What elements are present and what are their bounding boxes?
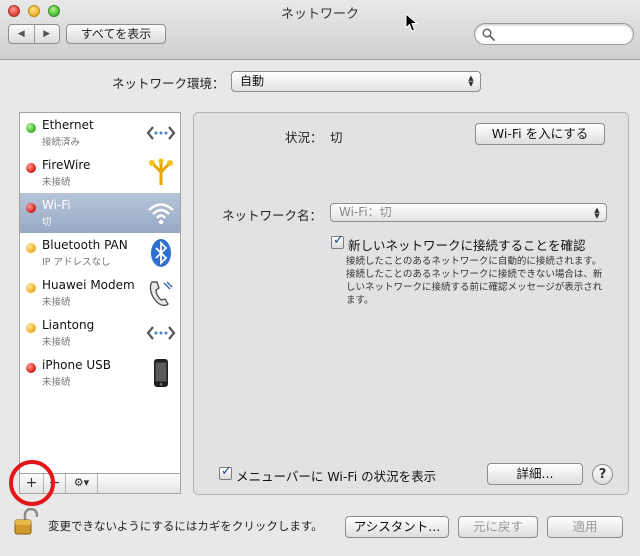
apply-button[interactable]: 適用 [547, 516, 623, 538]
service-name: Bluetooth PAN [42, 238, 128, 252]
revert-button[interactable]: 元に戻す [458, 516, 538, 538]
ask-to-join-checkbox[interactable]: ✓ [331, 233, 344, 249]
show-all-button[interactable]: すべてを表示 [66, 24, 166, 44]
advanced-button[interactable]: 詳細... [487, 463, 583, 485]
service-status: 未接続 [42, 337, 71, 348]
checkmark-icon: ✓ [333, 233, 344, 248]
mouse-cursor-icon [405, 13, 419, 32]
status-dot-yellow [26, 323, 36, 333]
status-dot-yellow [26, 243, 36, 253]
forward-button[interactable]: ▶ [33, 25, 60, 43]
location-popup[interactable]: 自動 ▲ ▼ [231, 71, 481, 92]
service-item-huawei-modem[interactable]: Huawei Modem 未接続 [20, 273, 180, 313]
status-dot-red [26, 363, 36, 373]
back-forward-control: ◀ ▶ [8, 24, 60, 44]
title-toolbar: ネットワーク ◀ ▶ すべてを表示 [0, 0, 640, 60]
service-name: Wi-Fi [42, 198, 71, 212]
ask-to-join-label: 新しいネットワークに接続することを確認 [348, 238, 586, 253]
service-name: Liantong [42, 318, 95, 332]
popup-arrows-icon: ▲ ▼ [468, 74, 474, 88]
assistant-button[interactable]: アシスタント... [345, 516, 449, 538]
iphone-icon [154, 359, 168, 387]
show-wifi-status-label: メニューバーに Wi-Fi の状況を表示 [236, 469, 437, 484]
status-dot-yellow [26, 283, 36, 293]
service-item-firewire[interactable]: FireWire 未接続 [20, 153, 180, 193]
service-item-ethernet[interactable]: Ethernet 接続済み [20, 113, 180, 153]
location-value: 自動 [240, 74, 265, 88]
service-name: iPhone USB [42, 358, 111, 372]
turn-wifi-on-button[interactable]: Wi-Fi を入にする [475, 123, 605, 145]
service-status: 未接続 [42, 177, 71, 188]
service-status: IP アドレスなし [42, 257, 111, 268]
service-status: 切 [42, 217, 52, 228]
service-name: Huawei Modem [42, 278, 135, 292]
status-dot-red [26, 203, 36, 213]
action-gear-menu-button[interactable]: ⚙▾ [66, 474, 98, 493]
status-dot-green [26, 123, 36, 133]
service-item-iphone-usb[interactable]: iPhone USB 未接続 [20, 353, 180, 393]
search-field[interactable] [474, 23, 634, 45]
service-list[interactable]: Ethernet 接続済み FireWire 未接続 Wi-Fi 切 Bluet… [19, 112, 181, 474]
back-button[interactable]: ◀ [9, 25, 34, 43]
network-preferences-window: ネットワーク ◀ ▶ すべてを表示 ネットワーク環境： 自動 ▲ ▼ Ethern… [0, 0, 640, 556]
popup-arrows-icon: ▲ ▼ [594, 206, 600, 220]
service-item-bluetooth-pan[interactable]: Bluetooth PAN IP アドレスなし [20, 233, 180, 273]
annotation-highlight-circle [9, 460, 55, 506]
service-item-wifi[interactable]: Wi-Fi 切 [20, 193, 180, 233]
window-title: ネットワーク [280, 7, 359, 22]
show-wifi-status-checkbox[interactable]: ✓ [219, 464, 232, 480]
lock-icon[interactable] [14, 508, 38, 536]
location-label: ネットワーク環境： [112, 76, 225, 91]
lock-hint-text: 変更できないようにするにはカギをクリックします。 [48, 519, 323, 533]
bluetooth-icon [151, 239, 171, 267]
status-value: 切 [330, 130, 343, 145]
status-label: 状況： [285, 130, 323, 145]
search-icon [482, 28, 495, 41]
network-name-label: ネットワーク名： [222, 208, 323, 223]
firewire-icon [149, 158, 173, 185]
service-status: 未接続 [42, 377, 71, 388]
ask-to-join-description: 接続したことのあるネットワークに自動的に接続されます。接続したことのあるネットワ… [346, 256, 603, 306]
help-button[interactable]: ? [592, 464, 613, 485]
network-name-popup[interactable]: Wi-Fi：切 ▲ ▼ [330, 203, 607, 222]
wifi-icon [148, 203, 174, 225]
service-status: 接続済み [42, 137, 81, 148]
ethernet-icon [146, 126, 176, 140]
service-name: Ethernet [42, 118, 94, 132]
modem-phone-icon [149, 281, 173, 307]
network-name-value: Wi-Fi：切 [339, 205, 392, 219]
service-name: FireWire [42, 158, 91, 172]
status-dot-red [26, 163, 36, 173]
ethernet-icon [146, 326, 176, 340]
service-status: 未接続 [42, 297, 71, 308]
checkmark-icon: ✓ [221, 464, 232, 479]
service-item-liantong[interactable]: Liantong 未接続 [20, 313, 180, 353]
